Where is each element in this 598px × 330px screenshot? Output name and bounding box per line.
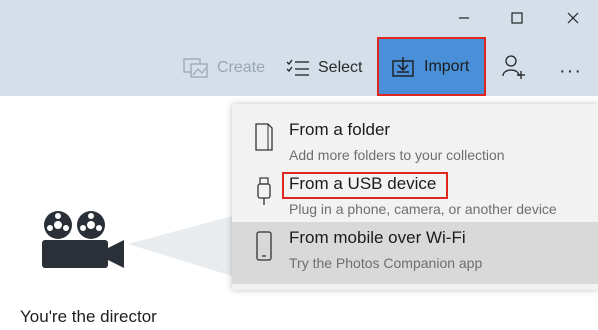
command-bar: Create Select Import ···: [0, 0, 598, 96]
menu-item-title: From a folder: [289, 120, 391, 139]
menu-item-subtitle: Plug in a phone, camera, or another devi…: [289, 201, 557, 217]
maximize-icon: [511, 12, 523, 24]
create-icon: [183, 57, 209, 79]
menu-item-subtitle: Try the Photos Companion app: [289, 255, 483, 271]
add-person-icon: [502, 55, 525, 79]
menu-item-from-folder[interactable]: From a folder Add more folders to your c…: [232, 114, 598, 172]
select-list-icon: [286, 58, 310, 78]
usb-highlight-box: [282, 172, 448, 199]
minimize-button[interactable]: [447, 6, 481, 30]
create-button[interactable]: Create: [183, 46, 265, 90]
import-label: Import: [424, 57, 470, 75]
menu-item-title: From mobile over Wi-Fi: [289, 228, 466, 247]
menu-item-subtitle: Add more folders to your collection: [289, 147, 505, 163]
create-label: Create: [217, 59, 266, 76]
folder-icon: [254, 122, 274, 157]
import-button[interactable]: Import: [377, 37, 486, 96]
select-button[interactable]: Select: [286, 46, 362, 90]
select-label: Select: [318, 59, 363, 76]
usb-icon: [254, 176, 274, 211]
menu-item-from-mobile-wifi[interactable]: From mobile over Wi-Fi Try the Photos Co…: [232, 222, 598, 284]
minimize-icon: [459, 17, 469, 19]
close-window-button[interactable]: [556, 6, 590, 30]
more-options-button[interactable]: ···: [559, 60, 582, 83]
add-person-button[interactable]: [501, 54, 527, 85]
phone-icon: [254, 230, 274, 267]
maximize-button[interactable]: [500, 6, 534, 30]
close-icon: [567, 12, 579, 24]
movie-camera-icon: [36, 208, 128, 279]
import-icon: [391, 56, 415, 78]
section-heading: You're the director: [20, 307, 157, 326]
projector-beam: [128, 216, 232, 281]
